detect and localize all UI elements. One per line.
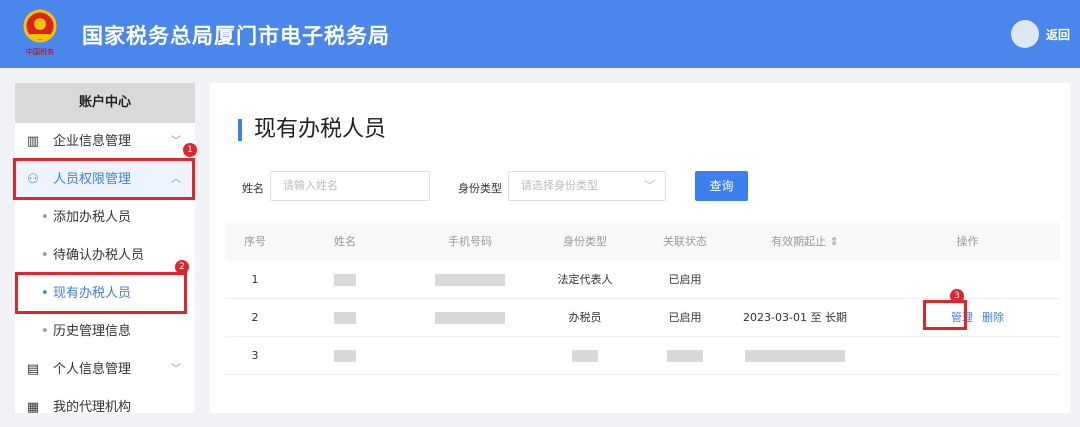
page-title: 现有办税人员 (238, 119, 386, 141)
step-badge-1: 1 (183, 143, 197, 157)
sidebar-title: 账户中心 (15, 83, 195, 123)
table-row: 3 (225, 337, 1060, 375)
header-bar: 中国税务 国家税务总局厦门市电子税务局 返回 (0, 0, 1080, 68)
building-icon: ▥ (26, 134, 40, 149)
chevron-down-icon: ﹀ (171, 364, 181, 375)
sidebar-sub-pending[interactable]: • 待确认办税人员 (15, 237, 195, 275)
table-row: 1 法定代表人 已启用 (225, 261, 1060, 299)
chevron-down-icon: ﹀ (644, 179, 655, 192)
sidebar-item-company-info[interactable]: ▥ 企业信息管理 ﹀ (15, 123, 195, 161)
site-title: 国家税务总局厦门市电子税务局 (82, 24, 390, 48)
name-label: 姓名 (242, 182, 264, 195)
type-select[interactable]: 请选择身份类型 ﹀ (508, 171, 666, 201)
delete-link[interactable]: 删除 (980, 299, 1006, 337)
back-link[interactable]: 返回 (1046, 26, 1070, 43)
type-label: 身份类型 (458, 182, 502, 195)
highlight-box-3 (923, 300, 967, 330)
step-badge-2: 2 (175, 260, 189, 274)
table-header: 序号 姓名 手机号码 身份类型 关联状态 有效期起止 ⇕ 操作 (225, 223, 1060, 261)
step-badge-3: 3 (950, 289, 964, 303)
chevron-down-icon: ﹀ (171, 136, 181, 147)
tax-emblem-icon: 中国税务 (23, 9, 57, 56)
query-button[interactable]: 查询 (695, 171, 748, 201)
sidebar: 账户中心 ▥ 企业信息管理 ﹀ ⚇ 人员权限管理 ︿ • 添加办税人员 • 待确认办税人员 … (15, 83, 195, 415)
sidebar-sub-history[interactable]: • 历史管理信息 (15, 313, 195, 351)
sidebar-item-personal-info[interactable]: ▤ 个人信息管理 ﹀ (15, 351, 195, 389)
sidebar-item-agency[interactable]: ▦ 我的代理机构 (15, 389, 195, 427)
name-input[interactable]: 请输入姓名 (270, 171, 430, 201)
highlight-box-2 (15, 272, 187, 314)
sort-validity[interactable]: 有效期起止 ⇕ (735, 223, 875, 261)
avatar[interactable] (1011, 20, 1039, 48)
id-card-icon: ▤ (26, 362, 40, 377)
svg-text:中国税务: 中国税务 (26, 47, 54, 56)
sidebar-sub-add[interactable]: • 添加办税人员 (15, 199, 195, 237)
agency-icon: ▦ (26, 400, 40, 415)
highlight-box-1 (13, 158, 195, 200)
main-panel: 现有办税人员 姓名 请输入姓名 身份类型 请选择身份类型 ﹀ 查询 序号 姓名 手… (210, 83, 1070, 413)
